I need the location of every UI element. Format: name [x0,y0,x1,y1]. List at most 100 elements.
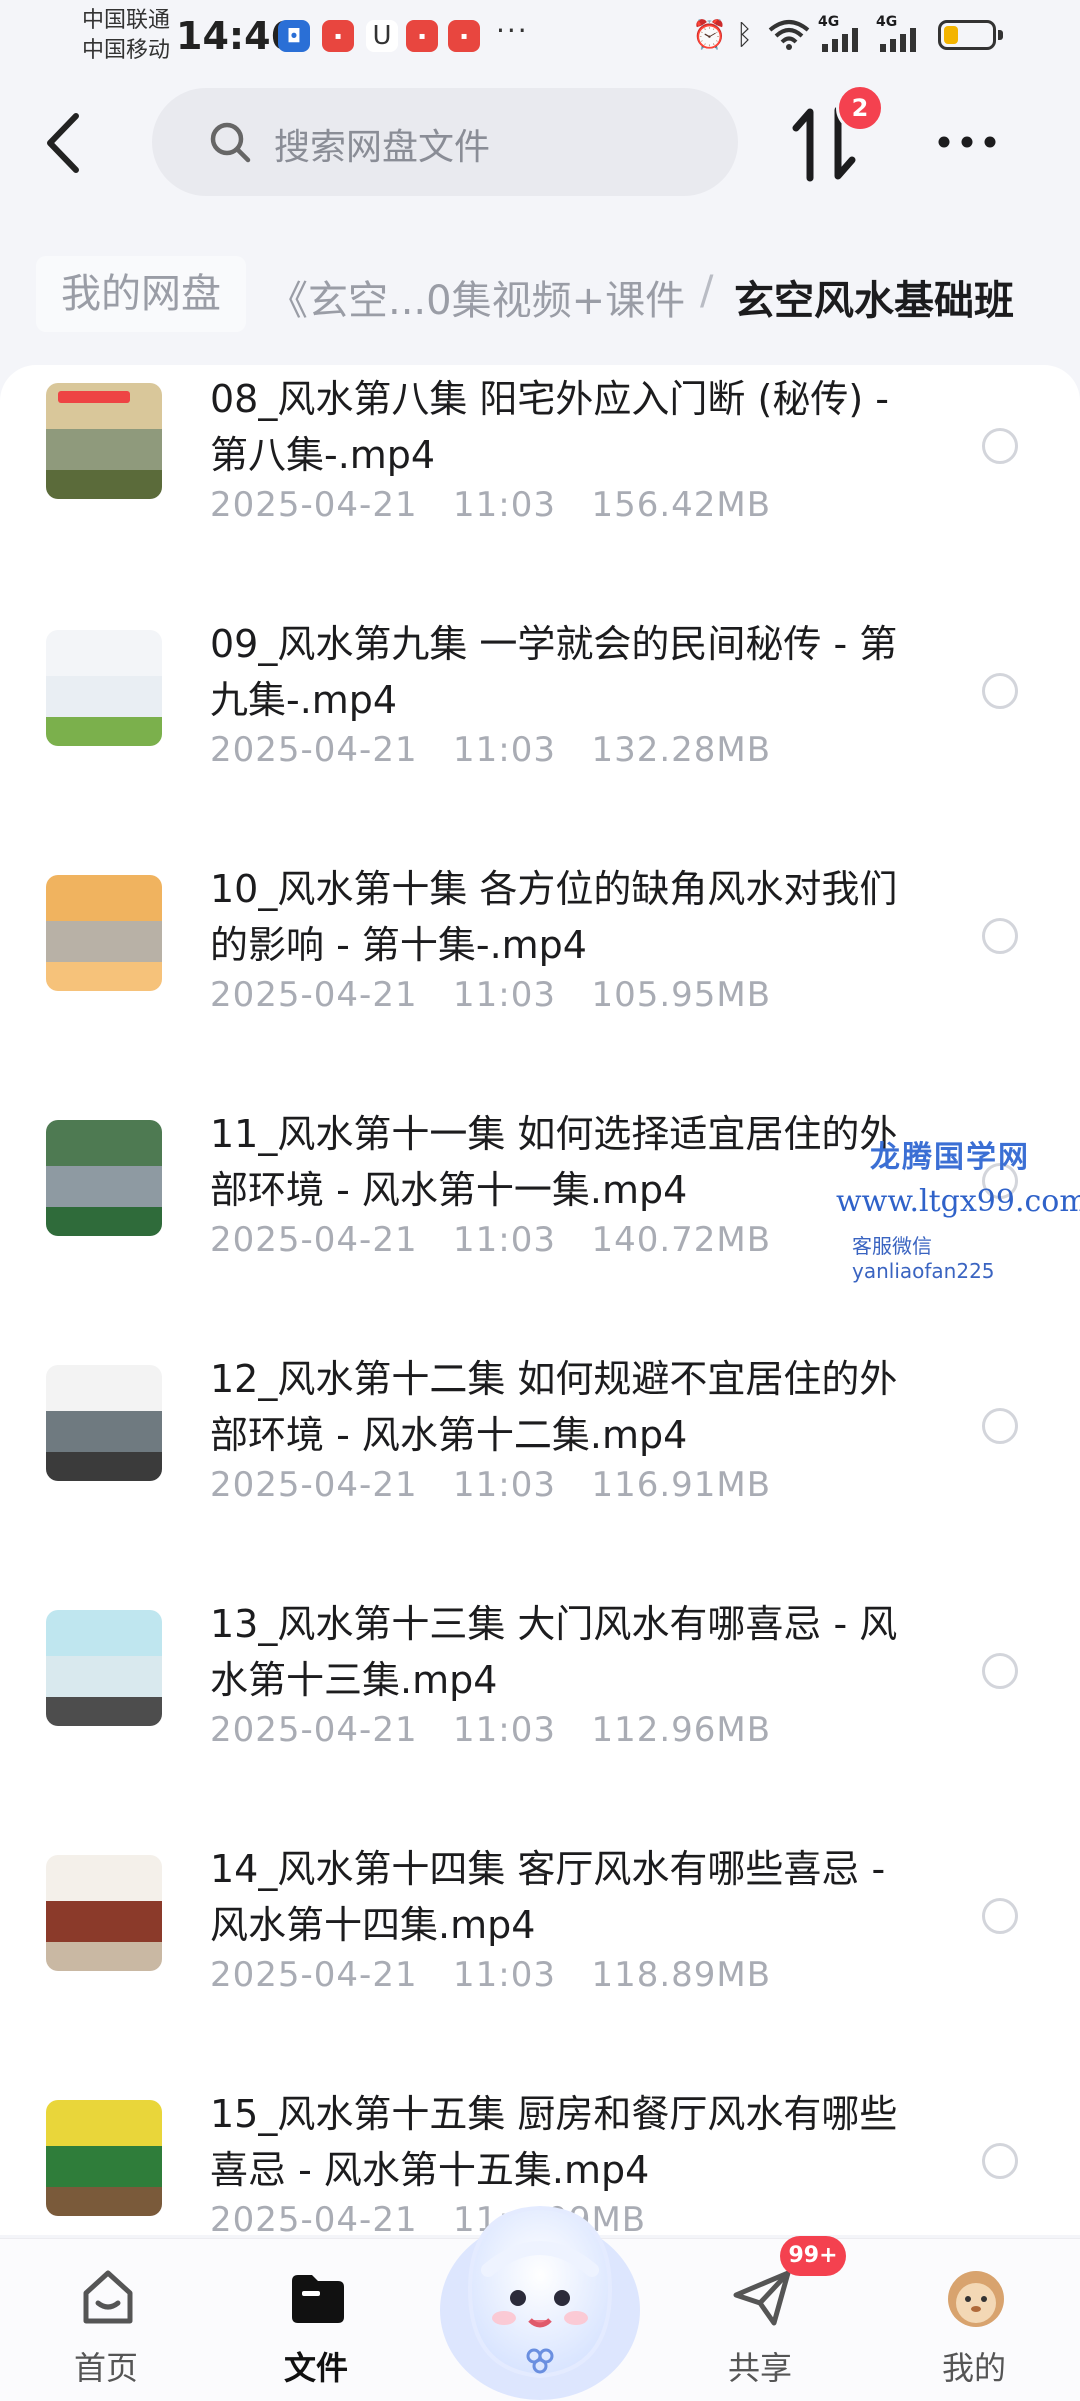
video-thumbnail [46,2100,162,2216]
breadcrumb-root[interactable]: 我的网盘 [36,256,246,332]
folder-icon [292,2275,344,2323]
file-date: 2025-04-21 [210,1710,418,1750]
signal-icon [822,28,858,52]
carrier-2: 中国移动 [82,38,171,63]
thumb-part [46,2187,162,2216]
file-row[interactable]: 10_风水第十集 各方位的缺角风水对我们的影响 - 第十集-.mp4 2025-… [0,853,1080,1098]
more-notifications-icon: ··· [496,14,529,47]
file-date: 2025-04-21 [210,485,418,525]
status-bar: 中国联通 中国移动 14:46 ◘ ▪ U ▪ ▪ ··· ⏰ ᛒ 4G 4G [0,0,1080,80]
file-row[interactable]: 14_风水第十四集 客厅风水有哪些喜忌 - 风水第十四集.mp4 2025-04… [0,1833,1080,2078]
video-thumbnail [46,1365,162,1481]
file-date: 2025-04-21 [210,975,418,1015]
file-name[interactable]: 11_风水第十一集 如何选择适宜居住的外部环境 - 风水第十一集.mp4 [210,1106,930,1218]
select-checkbox[interactable] [982,1408,1018,1444]
file-size: 116.91MB [591,1465,772,1505]
file-meta: 2025-04-21 11:03 105.95MB [210,975,771,1015]
file-date: 2025-04-21 [210,1955,418,1995]
search-input[interactable]: 搜索网盘文件 [274,118,490,170]
file-time: 11:03 [453,730,557,770]
select-checkbox[interactable] [982,2143,1018,2179]
file-name[interactable]: 08_风水第八集 阳宅外应入门断 (秘传) - 第八集-.mp4 [210,371,930,483]
file-meta: 2025-04-21 11:03 118.89MB [210,1955,771,1995]
thumb-part [46,1942,162,1971]
avatar [948,2271,1004,2327]
watermark-url: www.ltgx99.com [836,1184,1080,1219]
thumb-part [46,429,162,470]
file-name[interactable]: 10_风水第十集 各方位的缺角风水对我们的影响 - 第十集-.mp4 [210,861,930,973]
file-time: 11:03 [453,1220,557,1260]
file-size: 132.28MB [591,730,772,770]
thumb-part [46,383,162,430]
file-meta: 2025-04-21 11:03 112.96MB [210,1710,771,1750]
thumb-part [46,2100,162,2147]
battery-icon [938,20,996,50]
signal-icon [880,28,916,52]
file-name[interactable]: 13_风水第十三集 大门风水有哪喜忌 - 风水第十三集.mp4 [210,1596,930,1708]
file-time: 11:03 [453,975,557,1015]
file-name[interactable]: 12_风水第十二集 如何规避不宜居住的外部环境 - 风水第十二集.mp4 [210,1351,930,1463]
file-size: 118.89MB [591,1955,772,1995]
send-icon [733,2270,791,2326]
file-row[interactable]: 09_风水第九集 一学就会的民间秘传 - 第九集-.mp4 2025-04-21… [0,608,1080,853]
file-name[interactable]: 09_风水第九集 一学就会的民间秘传 - 第九集-.mp4 [210,616,930,728]
watermark-title: 龙腾国学网 [870,1140,1030,1175]
file-meta: 2025-04-21 11:03 116.91MB [210,1465,771,1505]
file-list: 08_风水第八集 阳宅外应入门断 (秘传) - 第八集-.mp4 2025-04… [0,365,1080,2235]
nav-files-label: 文件 [283,2349,348,2387]
huawei-app-icon: ▪ [322,20,354,52]
select-checkbox[interactable] [982,1898,1018,1934]
nav-home-label: 首页 [73,2349,138,2387]
file-row[interactable]: 08_风水第八集 阳宅外应入门断 (秘传) - 第八集-.mp4 2025-04… [0,365,1080,608]
huawei-app-icon: ▪ [448,20,480,52]
thumb-part [46,1697,162,1726]
select-checkbox[interactable] [982,673,1018,709]
video-thumbnail [46,875,162,991]
search-icon [210,122,251,163]
back-button[interactable] [42,110,86,176]
bluetooth-icon: ᛒ [736,18,753,51]
share-badge: 99+ [780,2236,846,2276]
video-thumbnail [46,1855,162,1971]
assistant-mascot-button[interactable] [430,2180,650,2400]
video-thumbnail [46,630,162,746]
alarm-icon: ⏰ [692,18,727,51]
breadcrumb-separator: / [700,268,714,314]
select-checkbox[interactable] [982,918,1018,954]
thumb-part [46,1452,162,1481]
file-date: 2025-04-21 [210,730,418,770]
more-options-button[interactable] [932,120,1002,164]
thumb-part [46,875,162,922]
nav-share-label: 共享 [727,2349,792,2387]
file-date: 2025-04-21 [210,1465,418,1505]
search-bar[interactable]: 搜索网盘文件 [152,88,738,196]
nav-files[interactable]: 文件 [246,2239,386,2401]
notification-app-icon: U [366,20,398,52]
file-meta: 2025-04-21 11:03 132.28MB [210,730,771,770]
nav-home[interactable]: 首页 [36,2239,176,2401]
file-meta: 2025-04-21 11:03 156.42MB [210,485,771,525]
thumb-part [46,1610,162,1657]
video-thumbnail [46,1120,162,1236]
carrier-1: 中国联通 [82,8,171,33]
thumb-part [46,1656,162,1697]
select-checkbox[interactable] [982,1653,1018,1689]
thumb-part [46,1120,162,1167]
select-checkbox[interactable] [982,428,1018,464]
thumb-part [46,1411,162,1452]
thumb-part [46,1365,162,1412]
thumb-part [46,1855,162,1902]
breadcrumb-parent[interactable]: 《玄空...0集视频+课件 [268,268,685,326]
nav-mine[interactable]: 我的 [904,2239,1044,2401]
thumb-part [46,1901,162,1942]
file-date: 2025-04-21 [210,2200,418,2235]
file-row[interactable]: 12_风水第十二集 如何规避不宜居住的外部环境 - 风水第十二集.mp4 202… [0,1343,1080,1588]
file-size: 140.72MB [591,1220,772,1260]
thumb-part [46,921,162,962]
file-row[interactable]: 13_风水第十三集 大门风水有哪喜忌 - 风水第十三集.mp4 2025-04-… [0,1588,1080,1833]
thumb-part [46,2146,162,2187]
file-size: 156.42MB [591,485,772,525]
file-name[interactable]: 14_风水第十四集 客厅风水有哪些喜忌 - 风水第十四集.mp4 [210,1841,930,1953]
file-time: 11:03 [453,1465,557,1505]
file-size: 105.95MB [591,975,772,1015]
